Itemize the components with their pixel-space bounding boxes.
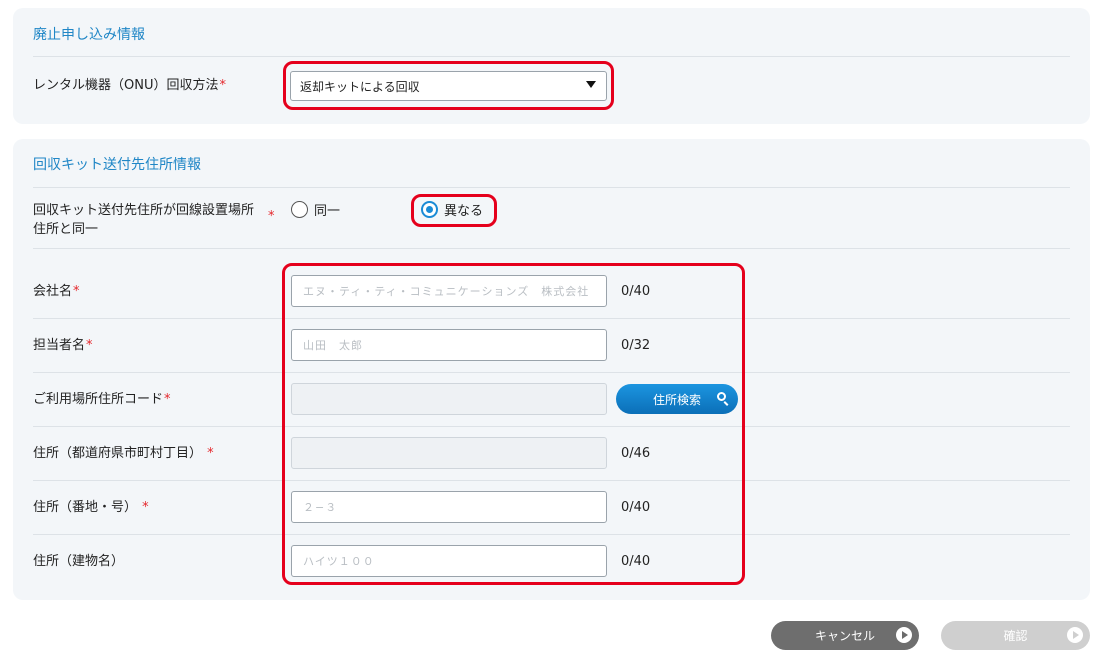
building-name-label: 住所（建物名） bbox=[33, 554, 125, 569]
building-name-input[interactable]: ハイツ１００ bbox=[291, 545, 607, 577]
address-search-button[interactable]: 住所検索 bbox=[616, 384, 738, 414]
company-name-input[interactable]: エヌ・ティ・ティ・コミュニケーションズ 株式会社 bbox=[291, 275, 607, 307]
divider bbox=[33, 318, 1070, 319]
address-code-label: ご利用場所住所コード* bbox=[33, 392, 171, 407]
play-arrow-icon bbox=[896, 627, 912, 643]
play-arrow-icon bbox=[1067, 627, 1083, 643]
method-select-value: 返却キットによる回収 bbox=[300, 79, 420, 94]
prefecture-address-label: 住所（都道府県市町村丁目） * bbox=[33, 446, 214, 461]
char-count: 0/40 bbox=[621, 284, 651, 299]
divider bbox=[33, 56, 1070, 57]
confirm-button[interactable]: 確認 bbox=[941, 621, 1090, 650]
section-title: 回収キット送付先住所情報 bbox=[33, 157, 201, 173]
company-name-label: 会社名* bbox=[33, 284, 80, 299]
method-select[interactable]: 返却キットによる回収 bbox=[290, 71, 607, 101]
radio-different[interactable]: 異なる bbox=[421, 200, 483, 219]
chevron-down-icon bbox=[586, 81, 596, 88]
cancellation-info-section: 廃止申し込み情報 レンタル機器（ONU）回収方法* 返却キットによる回収 bbox=[13, 8, 1090, 124]
street-number-input[interactable]: ２−３ bbox=[291, 491, 607, 523]
char-count: 0/46 bbox=[621, 446, 651, 461]
address-code-input bbox=[291, 383, 607, 415]
radio-same[interactable]: 同一 bbox=[291, 200, 340, 219]
radio-unchecked-icon bbox=[291, 201, 308, 218]
char-count: 0/40 bbox=[621, 500, 651, 515]
cancel-button[interactable]: キャンセル bbox=[771, 621, 919, 650]
divider bbox=[33, 372, 1070, 373]
char-count: 0/32 bbox=[621, 338, 651, 353]
search-icon bbox=[717, 392, 726, 401]
divider bbox=[33, 248, 1070, 249]
radio-checked-icon bbox=[421, 201, 438, 218]
divider bbox=[33, 534, 1070, 535]
kit-address-section: 回収キット送付先住所情報 回収キット送付先住所が回線設置場所 住所と同一 * 同… bbox=[13, 139, 1090, 600]
prefecture-address-input bbox=[291, 437, 607, 469]
contact-name-label: 担当者名* bbox=[33, 338, 93, 353]
required-mark: * bbox=[268, 209, 275, 224]
contact-name-input[interactable]: 山田 太郎 bbox=[291, 329, 607, 361]
divider bbox=[33, 480, 1070, 481]
method-label: レンタル機器（ONU）回収方法* bbox=[33, 78, 226, 93]
divider bbox=[33, 426, 1070, 427]
char-count: 0/40 bbox=[621, 554, 651, 569]
divider bbox=[33, 187, 1070, 188]
street-number-label: 住所（番地・号） * bbox=[33, 500, 149, 515]
section-title: 廃止申し込み情報 bbox=[33, 27, 145, 43]
same-address-label: 回収キット送付先住所が回線設置場所 住所と同一 bbox=[33, 203, 255, 237]
